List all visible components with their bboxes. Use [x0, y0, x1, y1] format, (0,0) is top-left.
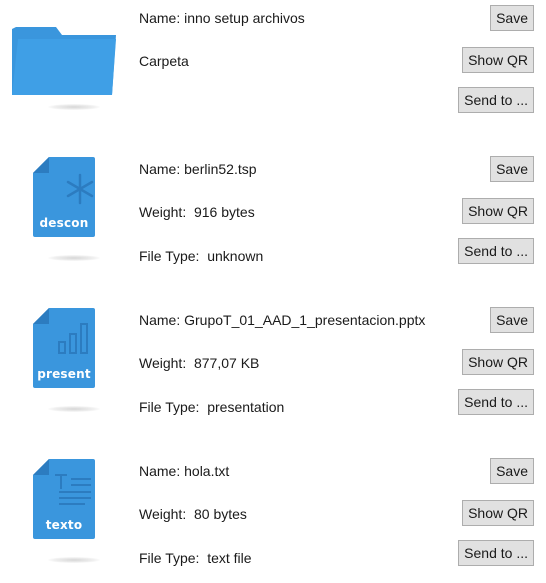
folder-icon	[8, 0, 120, 130]
item-weight: Weight: 80 bytes	[139, 506, 247, 522]
send-to-button[interactable]: Send to ...	[458, 238, 534, 264]
send-to-button[interactable]: Send to ...	[458, 87, 534, 113]
send-to-button[interactable]: Send to ...	[458, 540, 534, 566]
save-button[interactable]: Save	[490, 156, 534, 182]
save-button[interactable]: Save	[490, 307, 534, 333]
item-name: Name: GrupoT_01_AAD_1_presentacion.pptx	[139, 312, 426, 328]
item-name: Name: hola.txt	[139, 463, 230, 479]
show-qr-button[interactable]: Show QR	[462, 47, 534, 73]
item-name: Name: inno setup archivos	[139, 10, 305, 26]
send-to-button[interactable]: Send to ...	[458, 389, 534, 415]
item-name: Name: berlin52.tsp	[139, 161, 257, 177]
icon-label: present	[37, 367, 91, 381]
item-type: File Type: presentation	[139, 399, 285, 415]
item-weight: Weight: 916 bytes	[139, 204, 255, 220]
file-entry: present Name: GrupoT_01_AAD_1_presentaci…	[0, 302, 546, 432]
icon-label: texto	[45, 518, 83, 532]
save-button[interactable]: Save	[490, 458, 534, 484]
item-type: Carpeta	[139, 53, 189, 69]
icon-label: descon	[39, 216, 89, 230]
item-type: File Type: unknown	[139, 248, 264, 264]
show-qr-button[interactable]: Show QR	[462, 500, 534, 526]
asterisk-document-icon: descon	[8, 151, 120, 281]
file-entry: descon Name: berlin52.tsp Weight: 916 by…	[0, 151, 546, 281]
show-qr-button[interactable]: Show QR	[462, 349, 534, 375]
text-document-icon: texto	[8, 453, 120, 583]
file-entry-folder: Name: inno setup archivos Carpeta Save S…	[0, 0, 546, 130]
show-qr-button[interactable]: Show QR	[462, 198, 534, 224]
bar-chart-document-icon: present	[8, 302, 120, 432]
file-entry: texto Name: hola.txt Weight: 80 bytes Fi…	[0, 453, 546, 583]
item-weight: Weight: 877,07 KB	[139, 355, 260, 371]
save-button[interactable]: Save	[490, 5, 534, 31]
item-type: File Type: text file	[139, 550, 252, 566]
